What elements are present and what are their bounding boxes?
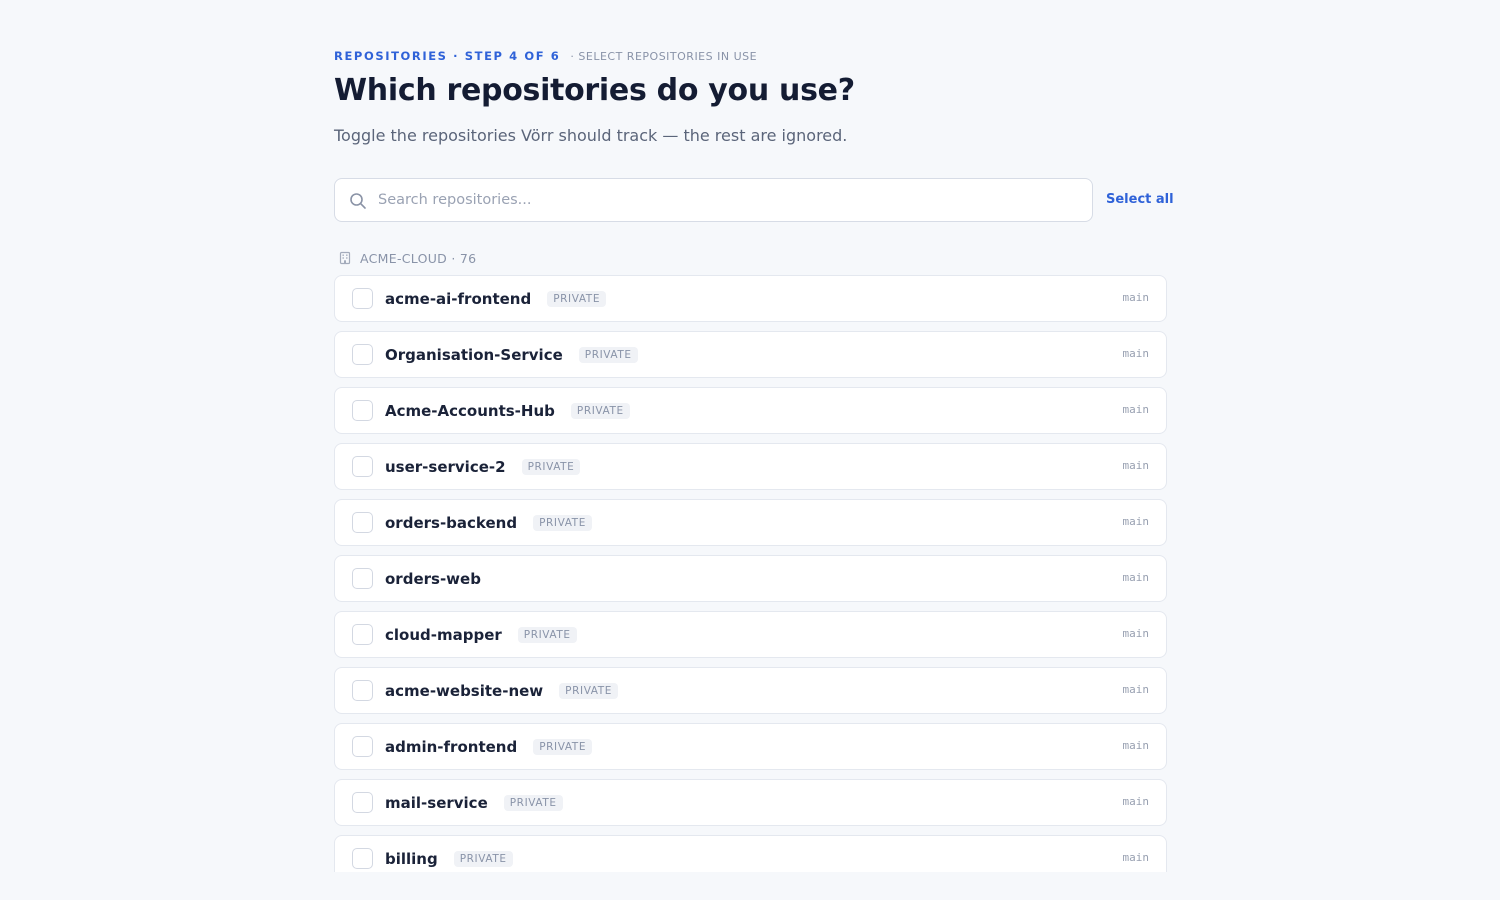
repo-name: orders-backend: [385, 513, 518, 532]
repo-checkbox[interactable]: [352, 344, 373, 365]
repo-row[interactable]: orders-web main: [334, 555, 1167, 602]
visibility-badge: PRIVATE: [533, 514, 592, 531]
repo-row[interactable]: acme-ai-frontend PRIVATE main: [334, 275, 1167, 322]
repo-branch: main: [1122, 403, 1150, 416]
onboarding-page: REPOSITORIES · STEP 4 OF 6 · SELECT REPO…: [0, 0, 1500, 900]
repo-row[interactable]: orders-backend PRIVATE main: [334, 499, 1167, 546]
repo-name: user-service-2: [385, 457, 506, 476]
select-all-link[interactable]: Select all: [1106, 192, 1174, 207]
visibility-badge: PRIVATE: [547, 290, 607, 307]
repo-row[interactable]: mail-service PRIVATE main: [334, 779, 1167, 826]
repo-name: acme-ai-frontend: [385, 289, 532, 308]
visibility-badge: PRIVATE: [503, 794, 563, 811]
repo-branch: main: [1122, 627, 1150, 640]
repo-branch: main: [1122, 347, 1150, 360]
page-subtitle: Toggle the repositories Vörr should trac…: [334, 126, 848, 145]
repo-name: admin-frontend: [385, 737, 518, 756]
repo-name: cloud-mapper: [385, 625, 502, 644]
step-indicator: REPOSITORIES · STEP 4 OF 6 · SELECT REPO…: [334, 48, 757, 64]
building-icon: [339, 251, 351, 265]
visibility-badge: PRIVATE: [453, 850, 513, 867]
repo-row[interactable]: Acme-Accounts-Hub PRIVATE main: [334, 387, 1167, 434]
repo-checkbox[interactable]: [352, 680, 373, 701]
group-label: ACME-CLOUD · 76: [360, 250, 477, 266]
repo-row[interactable]: cloud-mapper PRIVATE main: [334, 611, 1167, 658]
page-title: Which repositories do you use?: [334, 73, 855, 108]
repo-name: billing: [385, 849, 438, 868]
visibility-badge: PRIVATE: [559, 682, 619, 699]
repo-name: Organisation-Service: [385, 345, 563, 364]
step-description: · SELECT REPOSITORIES IN USE: [570, 49, 758, 63]
repo-checkbox[interactable]: [352, 512, 373, 533]
repo-row[interactable]: Organisation-Service PRIVATE main: [334, 331, 1167, 378]
search-input[interactable]: [378, 179, 1078, 221]
repo-branch: main: [1122, 459, 1150, 472]
visibility-badge: PRIVATE: [570, 402, 630, 419]
repo-checkbox[interactable]: [352, 288, 373, 309]
repo-row[interactable]: admin-frontend PRIVATE main: [334, 723, 1167, 770]
visibility-badge: PRIVATE: [578, 346, 638, 363]
group-header: ACME-CLOUD · 76: [338, 250, 476, 266]
repo-list: acme-ai-frontend PRIVATE main Organisation-…: [334, 275, 1167, 891]
repo-checkbox[interactable]: [352, 736, 373, 757]
step-label: REPOSITORIES · STEP 4 OF 6: [334, 49, 561, 63]
repo-checkbox[interactable]: [352, 792, 373, 813]
visibility-badge: PRIVATE: [517, 626, 577, 643]
repo-row[interactable]: user-service-2 PRIVATE main: [334, 443, 1167, 490]
repo-branch: main: [1122, 291, 1150, 304]
repo-branch: main: [1122, 795, 1150, 808]
repo-branch: main: [1122, 571, 1150, 584]
repo-checkbox[interactable]: [352, 400, 373, 421]
repo-name: acme-website-new: [385, 681, 544, 700]
repo-branch: main: [1122, 739, 1150, 752]
visibility-badge: PRIVATE: [533, 738, 593, 755]
repo-branch: main: [1122, 683, 1150, 696]
repo-branch: main: [1122, 851, 1150, 864]
search-box[interactable]: [334, 178, 1093, 222]
repo-checkbox[interactable]: [352, 568, 373, 589]
repo-name: Acme-Accounts-Hub: [385, 401, 555, 420]
repo-row[interactable]: acme-website-new PRIVATE main: [334, 667, 1167, 714]
repo-checkbox[interactable]: [352, 848, 373, 869]
repo-checkbox[interactable]: [352, 624, 373, 645]
bottom-edge: [0, 872, 1500, 900]
repo-name: mail-service: [385, 793, 488, 812]
repo-checkbox[interactable]: [352, 456, 373, 477]
repo-branch: main: [1122, 515, 1150, 528]
search-icon: [350, 193, 366, 209]
repo-name: orders-web: [385, 569, 481, 588]
visibility-badge: PRIVATE: [521, 458, 581, 475]
